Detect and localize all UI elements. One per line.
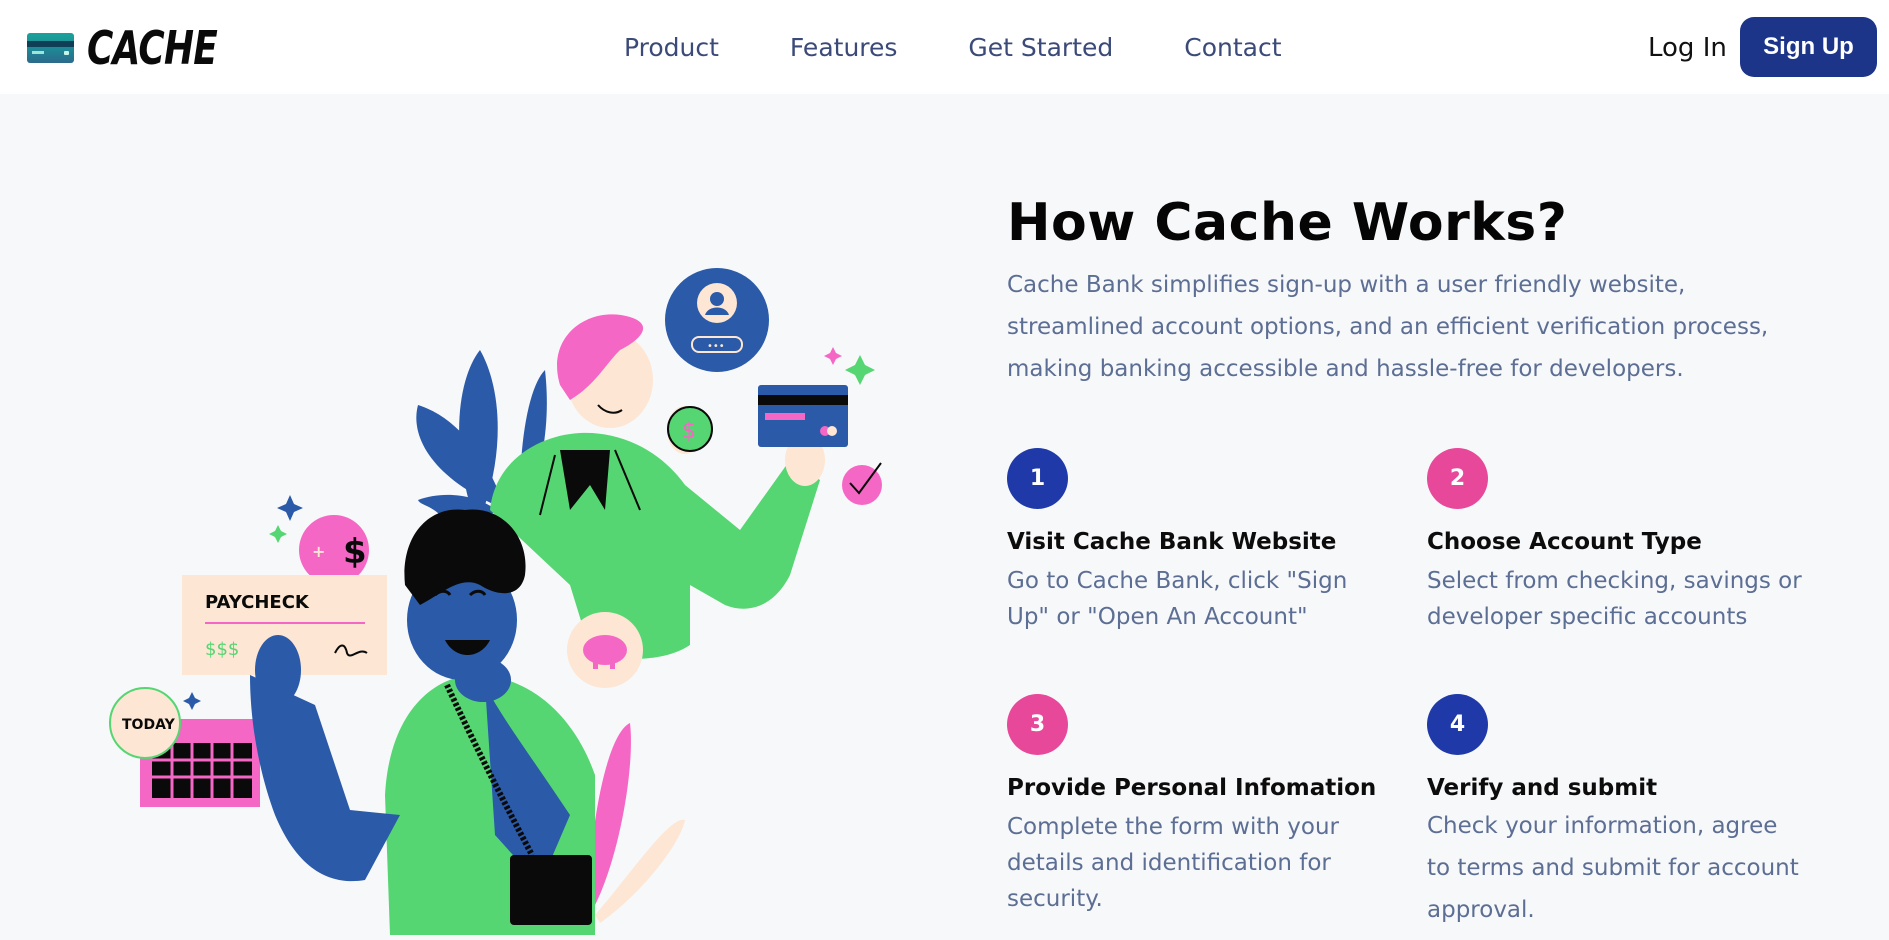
checkmark-icon <box>842 462 882 505</box>
credit-card-icon <box>758 385 848 447</box>
nav-link-contact[interactable]: Contact <box>1184 31 1281 65</box>
step-text: Select from checking, savings or develop… <box>1427 568 1802 630</box>
step-title: Verify and submit <box>1427 775 1658 801</box>
step-number-badge: 2 <box>1427 448 1488 509</box>
step-title: Choose Account Type <box>1427 529 1702 555</box>
nav-link-product[interactable]: Product <box>624 31 719 65</box>
signup-button[interactable]: Sign Up <box>1740 17 1877 77</box>
main-menu: Product Features Get Started Contact <box>624 31 1353 65</box>
step-2: 2 Choose Account Type Select from checki… <box>1427 448 1807 635</box>
brand-name: CACHE <box>87 21 218 75</box>
nav-link-get-started[interactable]: Get Started <box>968 31 1113 65</box>
svg-text:PAYCHECK: PAYCHECK <box>205 592 310 613</box>
step-number-badge: 3 <box>1007 694 1068 755</box>
step-number-badge: 4 <box>1427 694 1488 755</box>
banking-illustration: $ ••• $ + PAYCHECK $$$ TODAY <box>109 268 882 935</box>
brand-logo[interactable]: CACHE <box>27 21 254 75</box>
step-text: Complete the form with your details and … <box>1007 814 1339 912</box>
top-navbar: CACHE Product Features Get Started Conta… <box>0 0 1889 94</box>
login-link[interactable]: Log In <box>1648 31 1727 65</box>
card-logo-icon <box>27 33 74 63</box>
section-intro: Cache Bank simplifies sign-up with a use… <box>1007 272 1769 382</box>
step-title: Provide Personal Infomation <box>1007 775 1377 801</box>
svg-text:$$$: $$$ <box>205 639 239 660</box>
dollar-coin-icon: $ + <box>299 515 369 585</box>
nav-link-features[interactable]: Features <box>790 31 898 65</box>
svg-text:+: + <box>312 542 325 561</box>
svg-text:$: $ <box>682 419 696 444</box>
step-text: Check your information, agree to terms a… <box>1427 813 1799 923</box>
step-4: 4 Verify and submit Check your informati… <box>1427 694 1807 931</box>
step-3: 3 Provide Personal Infomation Complete t… <box>1007 694 1387 917</box>
man-figure <box>250 509 595 935</box>
calendar-icon: TODAY <box>109 687 260 807</box>
svg-text:•••: ••• <box>707 341 725 352</box>
step-1: 1 Visit Cache Bank Website Go to Cache B… <box>1007 448 1387 635</box>
step-title: Visit Cache Bank Website <box>1007 529 1337 555</box>
section-title: How Cache Works? <box>1007 193 1568 253</box>
user-profile-icon: ••• <box>665 268 769 372</box>
woman-figure: $ <box>490 314 825 659</box>
svg-text:TODAY: TODAY <box>122 717 176 733</box>
svg-text:$: $ <box>343 532 367 572</box>
step-number-badge: 1 <box>1007 448 1068 509</box>
step-text: Go to Cache Bank, click "Sign Up" or "Op… <box>1007 568 1348 630</box>
piggy-bank-icon <box>567 612 643 688</box>
